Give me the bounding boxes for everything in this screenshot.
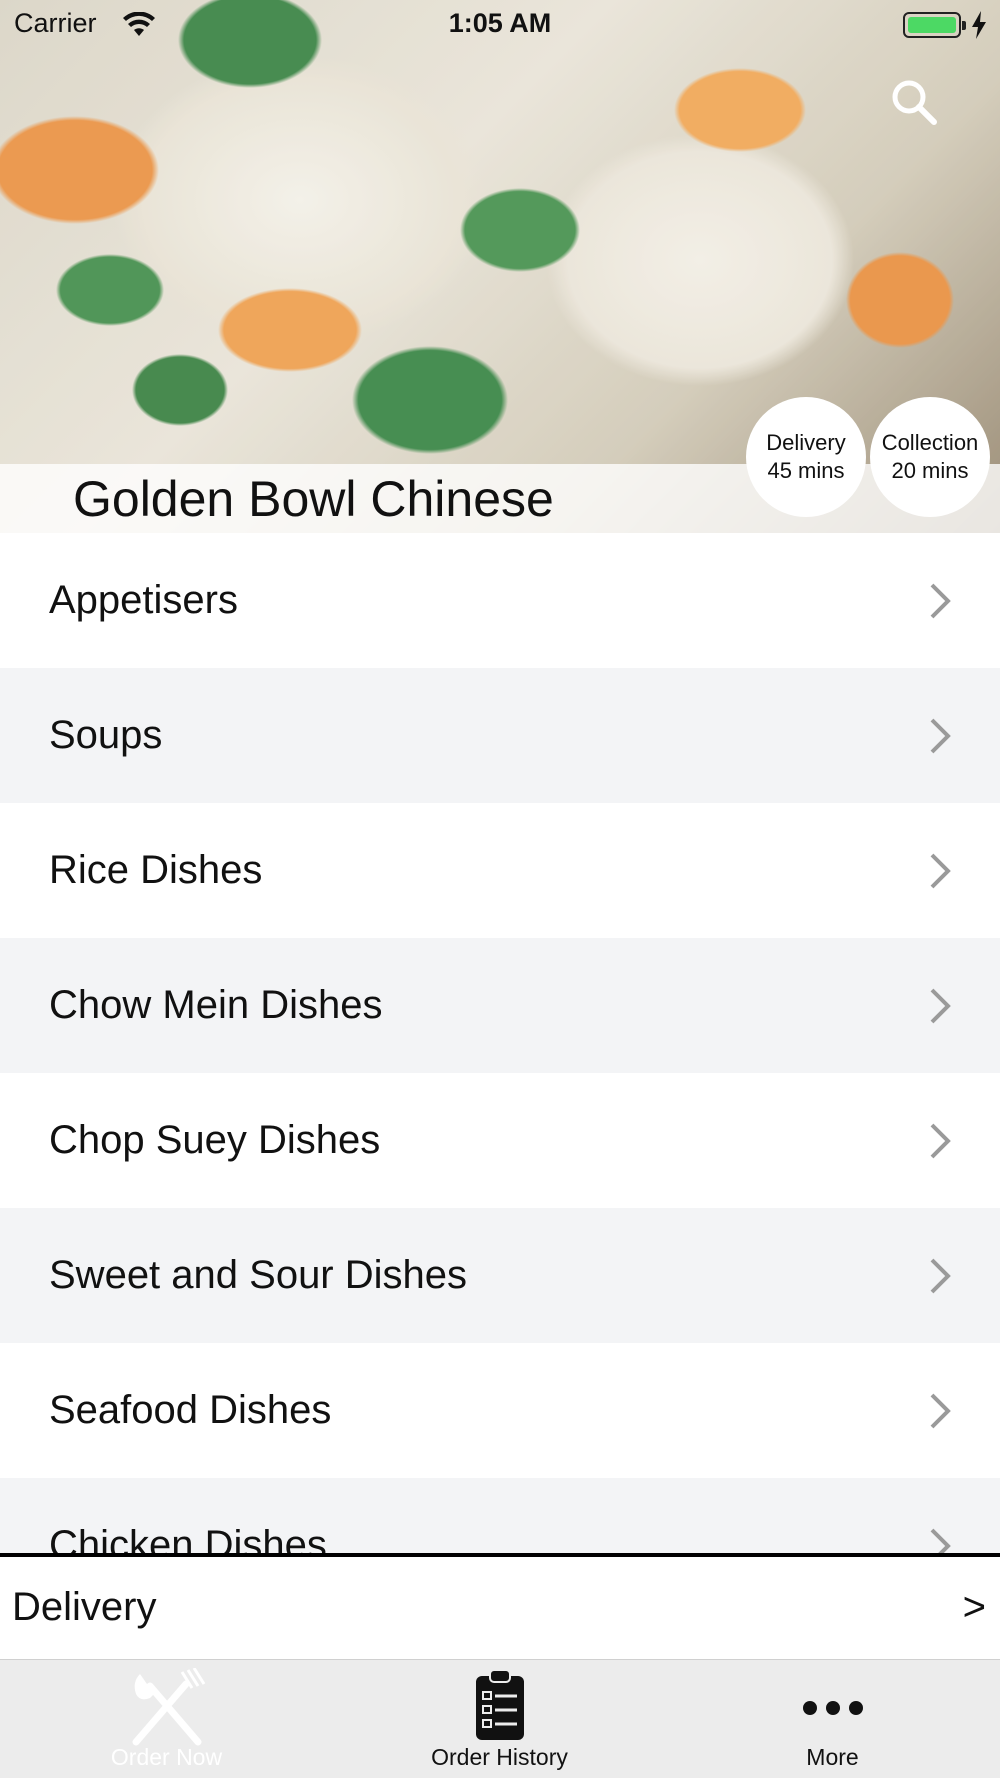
order-mode-arrow: >: [962, 1585, 986, 1629]
menu-category-label: Rice Dishes: [49, 848, 263, 892]
battery-icon: [903, 12, 966, 38]
delivery-time-badge: Delivery 45 mins: [746, 397, 866, 517]
status-time: 1:05 AM: [448, 8, 552, 38]
tab-label: Order History: [431, 1744, 568, 1770]
menu-category-sweet-and-sour-dishes[interactable]: Sweet and Sour Dishes: [0, 1208, 1000, 1343]
battery-level: [908, 17, 956, 33]
tab-bar: Order Now Order History More: [0, 1659, 1000, 1778]
menu-category-rice-dishes[interactable]: Rice Dishes: [0, 803, 1000, 938]
tab-order-now[interactable]: Order Now: [0, 1660, 333, 1778]
hero-banner: Carrier 1:05 AM Golden Bowl Chinese Deli…: [0, 0, 1000, 533]
menu-category-label: Appetisers: [49, 578, 238, 622]
restaurant-name: Golden Bowl Chinese: [73, 471, 554, 527]
order-mode-label: Delivery: [12, 1585, 157, 1629]
menu-category-soups[interactable]: Soups: [0, 668, 1000, 803]
tab-label: Order Now: [110, 1744, 223, 1770]
charging-bolt-icon: [972, 11, 986, 39]
chevron-right-icon: [930, 1528, 951, 1555]
order-mode-bar[interactable]: Delivery >: [0, 1557, 1000, 1659]
menu-category-chicken-dishes[interactable]: Chicken Dishes: [0, 1478, 1000, 1555]
search-icon[interactable]: [888, 76, 940, 128]
clipboard-list-icon: [475, 1669, 524, 1740]
delivery-badge-time: 45 mins: [767, 458, 845, 483]
status-bar: Carrier 1:05 AM: [0, 0, 1000, 52]
menu-category-label: Sweet and Sour Dishes: [49, 1253, 468, 1297]
collection-badge-time: 20 mins: [891, 458, 969, 483]
menu-category-label: Chop Suey Dishes: [49, 1118, 381, 1162]
menu-category-list[interactable]: Appetisers Soups Rice Dishes Chow Mein D…: [0, 533, 1000, 1555]
menu-category-appetisers[interactable]: Appetisers: [0, 533, 1000, 668]
chevron-right-icon: [930, 853, 951, 888]
chevron-right-icon: [930, 988, 951, 1023]
battery-nub: [962, 21, 966, 30]
delivery-badge-title: Delivery: [766, 430, 846, 455]
chevron-right-icon: [930, 1393, 951, 1428]
fork-knife-icon: [132, 1668, 205, 1746]
chevron-right-icon: [930, 1123, 951, 1158]
menu-category-label: Seafood Dishes: [49, 1388, 332, 1432]
menu-category-label: Soups: [49, 713, 163, 757]
tab-more[interactable]: More: [666, 1660, 999, 1778]
collection-badge-title: Collection: [881, 430, 979, 455]
chevron-right-icon: [930, 1258, 951, 1293]
collection-time-badge: Collection 20 mins: [870, 397, 990, 517]
menu-category-chow-mein-dishes[interactable]: Chow Mein Dishes: [0, 938, 1000, 1073]
chevron-right-icon: [930, 718, 951, 753]
tab-order-history[interactable]: Order History: [333, 1660, 666, 1778]
chevron-right-icon: [930, 583, 951, 618]
menu-category-seafood-dishes[interactable]: Seafood Dishes: [0, 1343, 1000, 1478]
tab-label: More: [806, 1744, 859, 1770]
menu-category-label: Chicken Dishes: [49, 1523, 327, 1555]
menu-category-chop-suey-dishes[interactable]: Chop Suey Dishes: [0, 1073, 1000, 1208]
more-dots-icon: [802, 1701, 863, 1715]
menu-category-label: Chow Mein Dishes: [49, 983, 383, 1027]
